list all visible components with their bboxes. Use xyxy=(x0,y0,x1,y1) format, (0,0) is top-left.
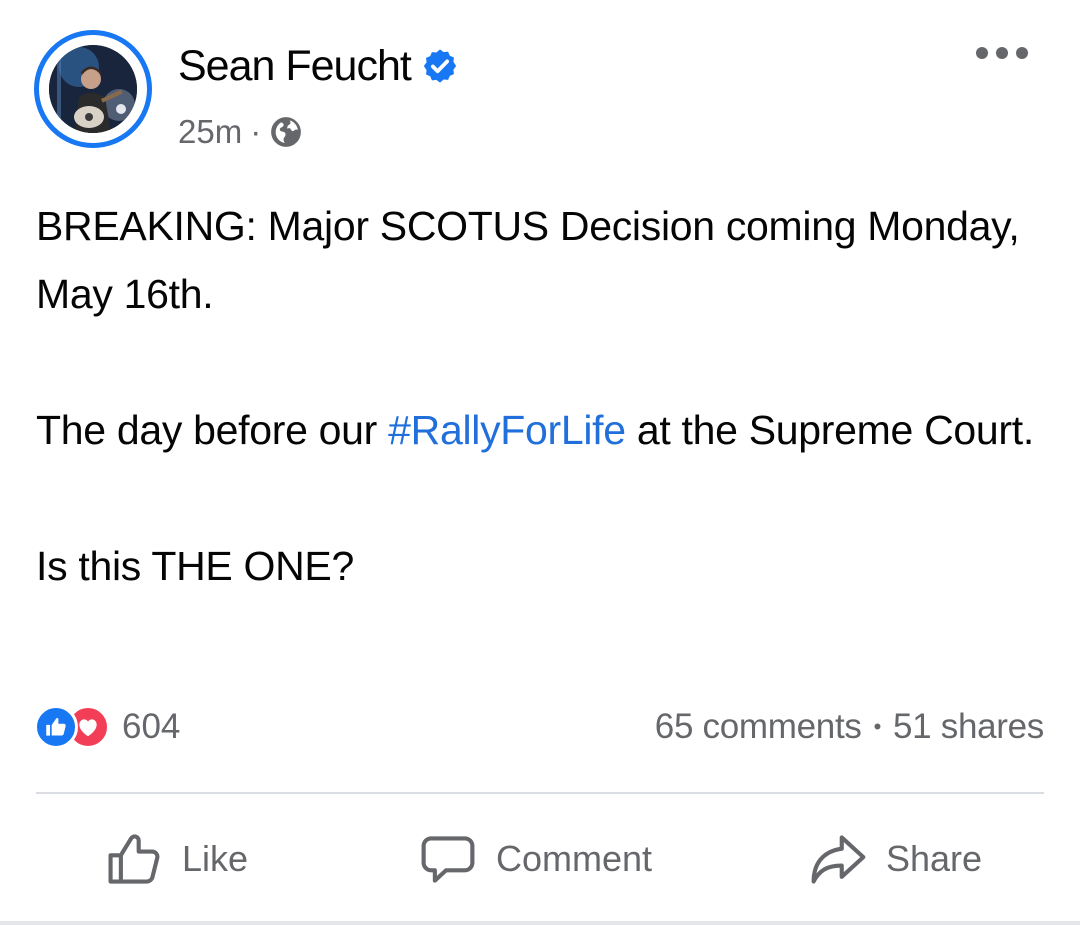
divider xyxy=(36,792,1044,794)
like-label: Like xyxy=(182,838,249,879)
reaction-count: 604 xyxy=(122,707,181,746)
meta-separator: · xyxy=(250,113,262,150)
reactions-summary[interactable]: 604 xyxy=(34,704,180,750)
paragraph-2-end: at the Supreme Court. xyxy=(625,407,1034,453)
comment-button[interactable]: Comment xyxy=(418,826,652,892)
paragraph-2-start: The day before our xyxy=(36,407,389,453)
share-button[interactable]: Share xyxy=(808,826,982,892)
post-paragraph-3: Is this THE ONE? xyxy=(36,543,354,589)
engagement-stats: 65 comments • 51 shares xyxy=(655,704,1045,750)
avatar-image xyxy=(49,45,137,133)
more-dot-icon xyxy=(976,47,988,59)
like-button[interactable]: Like xyxy=(104,826,248,892)
author-name[interactable]: Sean Feucht xyxy=(178,42,412,91)
like-reaction-icon xyxy=(34,705,78,749)
comments-count-link[interactable]: 65 comments xyxy=(655,707,862,747)
globe-icon[interactable] xyxy=(269,115,303,149)
comment-label: Comment xyxy=(496,838,653,879)
facebook-post: Sean Feucht 25m · BREAKING: Major SCOTUS… xyxy=(0,0,1080,925)
more-dot-icon xyxy=(1016,47,1028,59)
post-timestamp[interactable]: 25m xyxy=(178,113,242,151)
post-author: Sean Feucht xyxy=(178,40,459,92)
hashtag-link[interactable]: #RallyForLife xyxy=(388,407,626,453)
post-text: BREAKING: Major SCOTUS Decision coming M… xyxy=(36,192,1046,600)
more-options-button[interactable] xyxy=(976,42,1028,64)
share-label: Share xyxy=(886,838,983,879)
post-meta: 25m · xyxy=(178,110,303,154)
more-dot-icon xyxy=(996,47,1008,59)
verified-badge-icon xyxy=(423,49,456,83)
thumbs-up-icon xyxy=(108,834,160,884)
shares-count-link[interactable]: 51 shares xyxy=(893,707,1044,747)
avatar[interactable] xyxy=(34,30,152,148)
comment-bubble-icon xyxy=(421,836,475,883)
bottom-divider xyxy=(0,921,1080,925)
profile-photo-icon xyxy=(49,45,137,133)
share-arrow-icon xyxy=(811,835,866,884)
post-paragraph-1: BREAKING: Major SCOTUS Decision coming M… xyxy=(36,203,1020,317)
stats-separator: • xyxy=(873,714,882,739)
post-paragraph-2: The day before our #RallyForLife at the … xyxy=(36,396,1046,464)
